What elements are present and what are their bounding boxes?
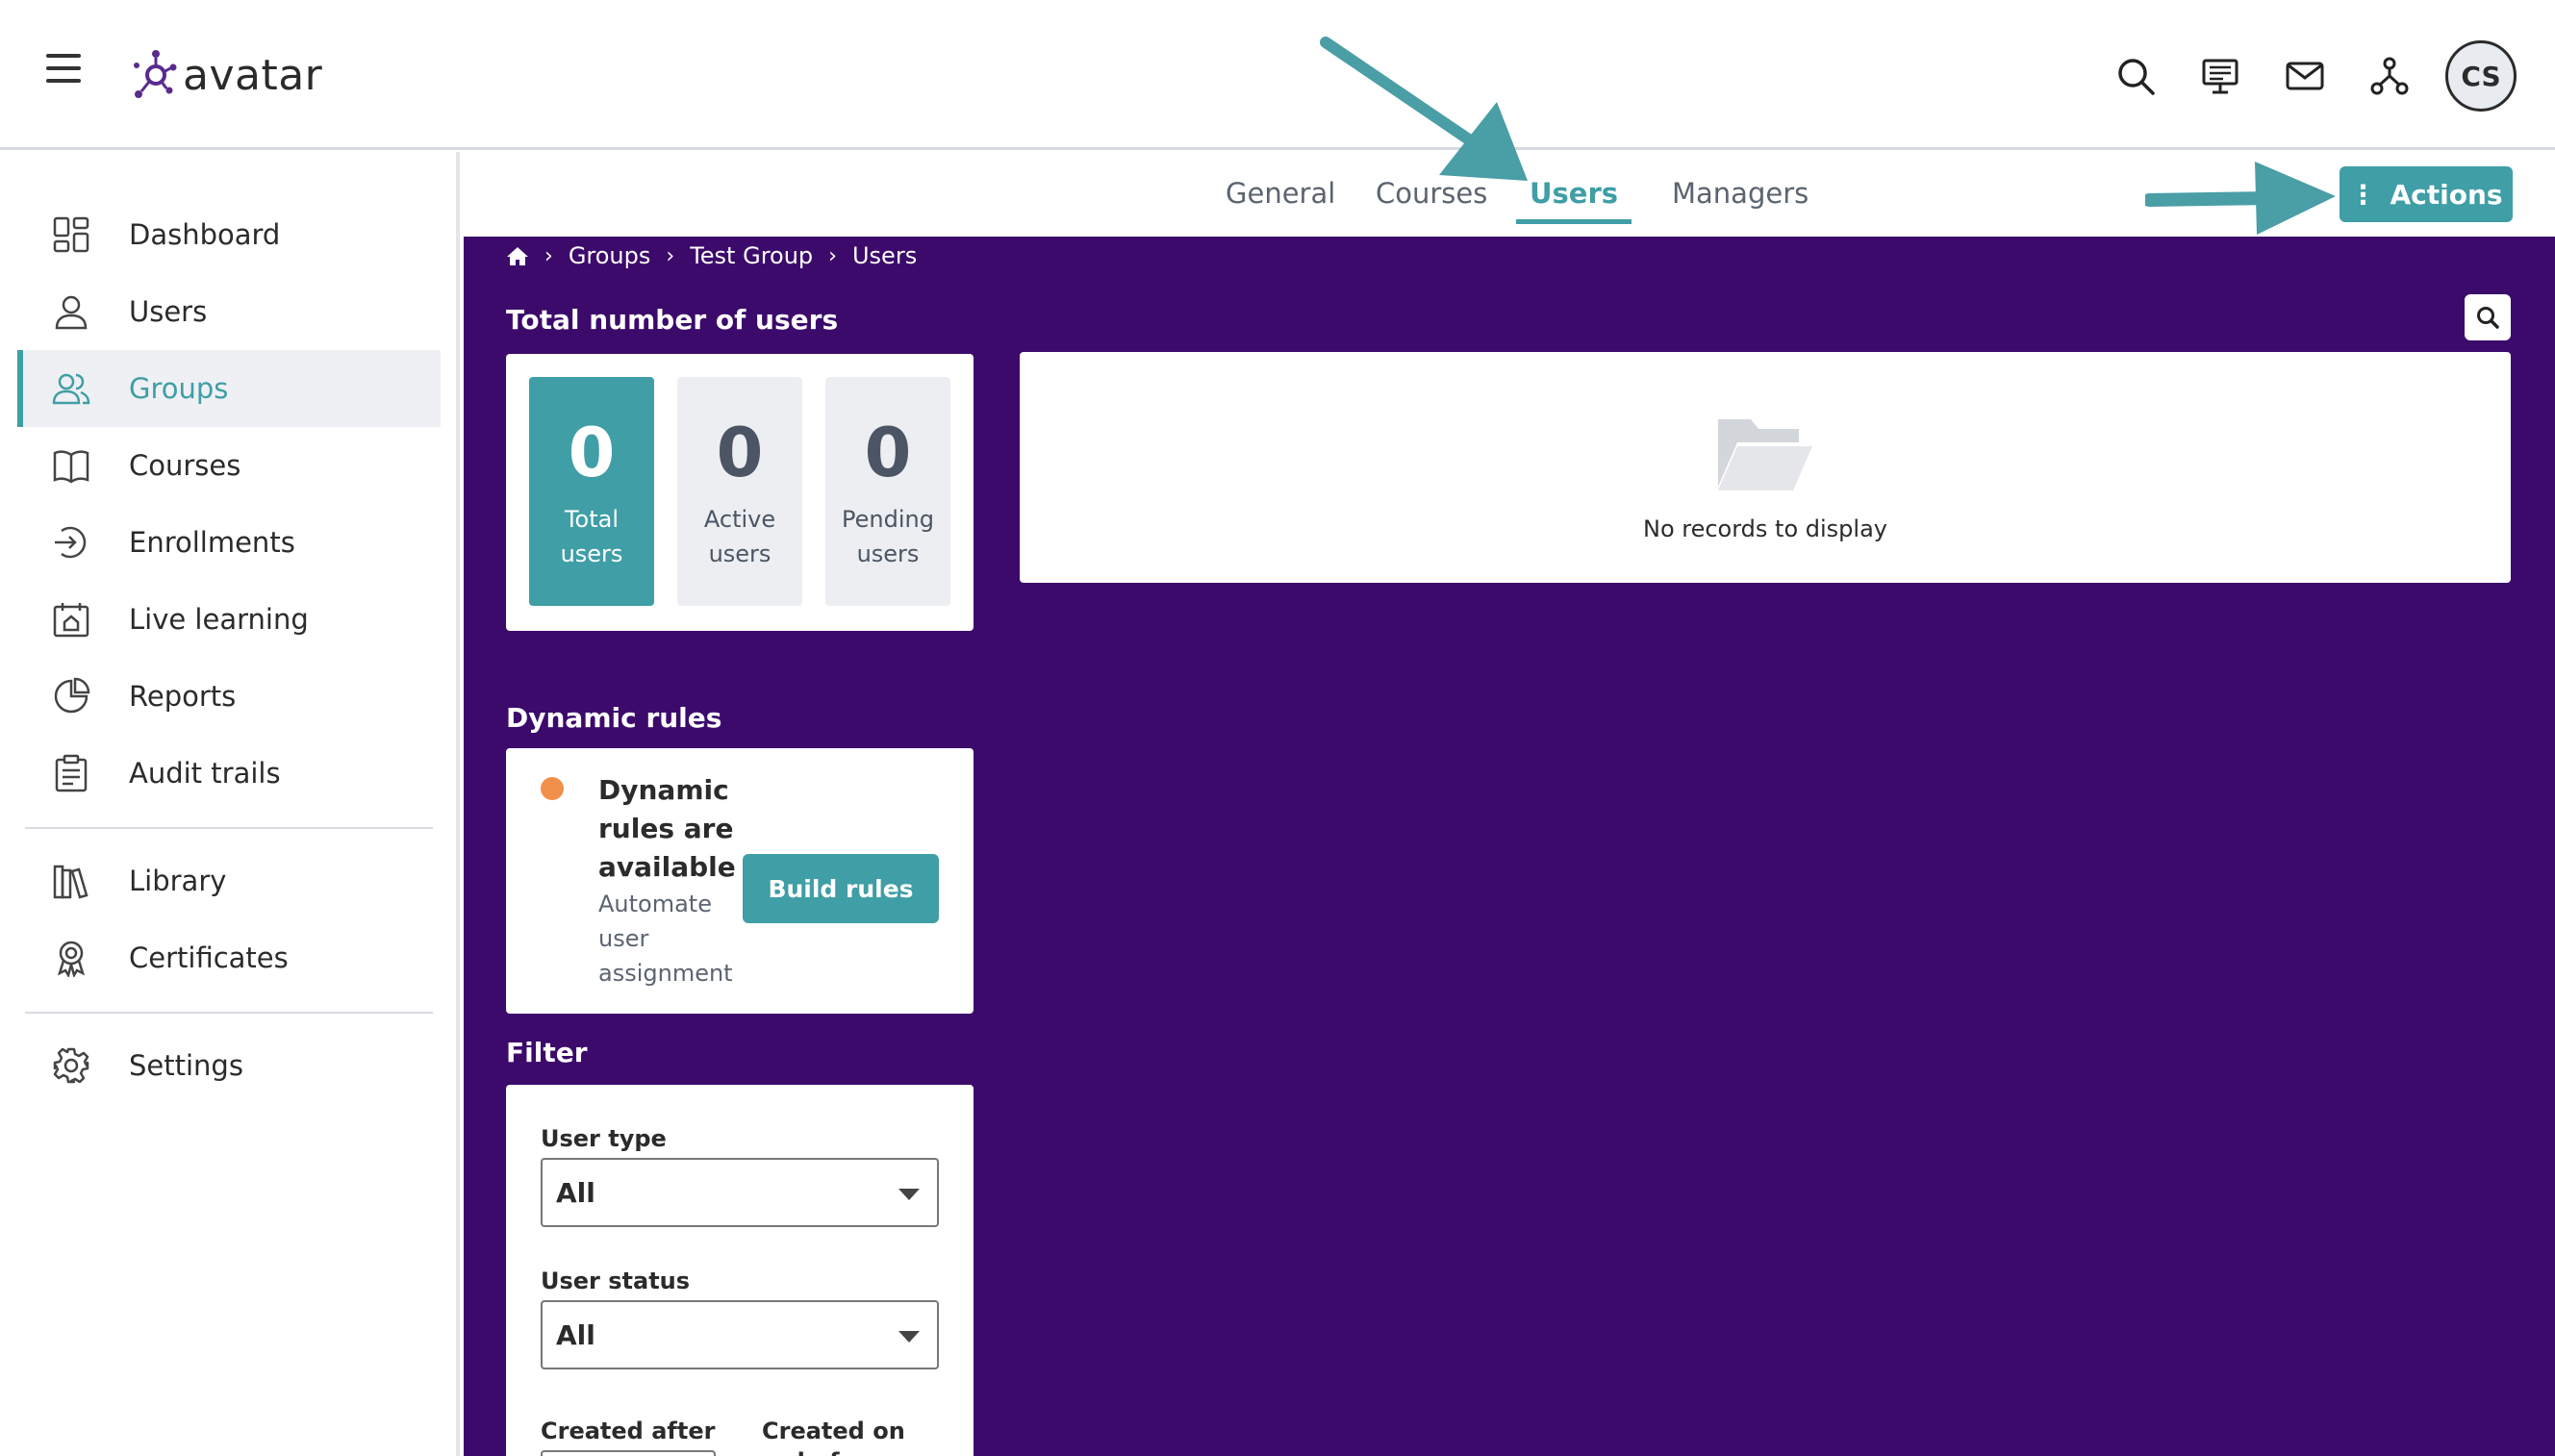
user-status-label: User status bbox=[541, 1268, 691, 1294]
sidebar: Dashboard Users Groups Courses Enrollmen… bbox=[0, 152, 460, 1456]
sidebar-item-label: Live learning bbox=[129, 603, 309, 636]
stat-value: 0 bbox=[568, 414, 616, 492]
actions-button[interactable]: ⋮ Actions bbox=[2340, 166, 2513, 222]
sidebar-item-reports[interactable]: Reports bbox=[17, 658, 441, 735]
created-after-input[interactable] bbox=[541, 1450, 716, 1456]
logo-text: avatar bbox=[183, 50, 323, 100]
tab-managers[interactable]: Managers bbox=[1658, 177, 1822, 219]
book-icon bbox=[53, 450, 89, 484]
calendar-icon bbox=[53, 603, 89, 638]
caret-down-icon bbox=[898, 1189, 920, 1200]
breadcrumb: › Groups › Test Group › Users bbox=[506, 242, 917, 269]
menu-icon[interactable] bbox=[46, 54, 81, 88]
group-icon bbox=[52, 373, 90, 405]
created-after-label: Created after bbox=[541, 1418, 716, 1444]
sidebar-item-label: Reports bbox=[129, 680, 237, 713]
created-before-label: Created on or before bbox=[762, 1418, 905, 1456]
pie-chart-icon bbox=[54, 677, 90, 714]
presentation-icon[interactable] bbox=[2178, 40, 2263, 112]
stat-value: 0 bbox=[864, 414, 912, 492]
sidebar-item-live-learning[interactable]: Live learning bbox=[17, 581, 441, 658]
logo[interactable]: avatar bbox=[131, 44, 322, 106]
user-type-value: All bbox=[556, 1177, 595, 1209]
avatar[interactable]: CS bbox=[2445, 40, 2517, 112]
stat-label: Active users bbox=[703, 506, 776, 567]
sidebar-divider bbox=[25, 827, 433, 829]
empty-state-text: No records to display bbox=[1642, 515, 1887, 542]
sidebar-item-library[interactable]: Library bbox=[17, 842, 441, 919]
filter-title: Filter bbox=[506, 1037, 588, 1068]
sidebar-item-groups[interactable]: Groups bbox=[17, 350, 441, 427]
sidebar-item-label: Certificates bbox=[129, 941, 289, 974]
records-panel: No records to display bbox=[1020, 352, 2511, 583]
certificate-icon bbox=[57, 941, 86, 977]
chevron-right-icon: › bbox=[828, 243, 837, 268]
sidebar-item-label: Enrollments bbox=[129, 526, 295, 559]
search-icon[interactable] bbox=[2093, 40, 2178, 112]
breadcrumb-test-group[interactable]: Test Group bbox=[690, 242, 813, 269]
sidebar-item-label: Dashboard bbox=[129, 218, 281, 251]
library-icon bbox=[53, 865, 89, 899]
stats-title: Total number of users bbox=[506, 304, 839, 336]
sidebar-item-enrollments[interactable]: Enrollments bbox=[17, 504, 441, 581]
home-icon[interactable] bbox=[506, 245, 529, 266]
stats-card: 0 Total users 0 Active users 0 Pending user… bbox=[506, 354, 974, 631]
folder-open-icon bbox=[1718, 419, 1812, 490]
sidebar-item-label: Courses bbox=[129, 449, 241, 482]
breadcrumb-groups[interactable]: Groups bbox=[569, 242, 651, 269]
caret-down-icon bbox=[898, 1331, 920, 1343]
sidebar-item-audit-trails[interactable]: Audit trails bbox=[17, 735, 441, 812]
dynamic-rules-card: Dynamic rules are available Automate user as… bbox=[506, 748, 974, 1014]
actions-button-label: Actions bbox=[2390, 178, 2503, 211]
user-type-select[interactable]: All bbox=[541, 1158, 939, 1227]
sidebar-item-certificates[interactable]: Certificates bbox=[17, 919, 441, 996]
dynamic-rules-title: Dynamic rules bbox=[506, 702, 722, 734]
tab-courses[interactable]: Courses bbox=[1362, 177, 1501, 219]
sidebar-item-settings[interactable]: Settings bbox=[17, 1027, 441, 1104]
sidebar-item-courses[interactable]: Courses bbox=[17, 427, 441, 504]
user-status-select[interactable]: All bbox=[541, 1300, 939, 1369]
build-rules-button[interactable]: Build rules bbox=[743, 854, 939, 923]
stat-value: 0 bbox=[716, 414, 764, 492]
more-vertical-icon: ⋮ bbox=[2349, 178, 2377, 211]
header-icons: CS bbox=[2093, 40, 2517, 112]
dynamic-rules-heading: Dynamic rules are available bbox=[598, 774, 736, 883]
main-content: › Groups › Test Group › Users Total numb… bbox=[464, 237, 2555, 1456]
mail-icon[interactable] bbox=[2263, 40, 2347, 112]
user-icon bbox=[55, 295, 88, 330]
stat-pending-users[interactable]: 0 Pending users bbox=[825, 377, 950, 606]
chevron-right-icon: › bbox=[666, 243, 675, 268]
enroll-icon bbox=[55, 526, 87, 559]
stat-label: Pending users bbox=[842, 506, 934, 567]
stat-label: Total users bbox=[560, 506, 623, 567]
sidebar-item-dashboard[interactable]: Dashboard bbox=[17, 196, 441, 273]
logo-icon bbox=[134, 50, 177, 98]
sidebar-item-label: Users bbox=[129, 295, 208, 328]
network-icon[interactable] bbox=[2347, 40, 2432, 112]
breadcrumb-users: Users bbox=[851, 242, 918, 269]
status-dot-icon bbox=[541, 777, 564, 800]
stat-total-users[interactable]: 0 Total users bbox=[529, 377, 654, 606]
user-status-value: All bbox=[556, 1319, 595, 1351]
sidebar-divider bbox=[25, 1012, 433, 1014]
dashboard-icon bbox=[53, 216, 89, 253]
sidebar-item-label: Library bbox=[129, 865, 227, 897]
tab-general[interactable]: General bbox=[1212, 177, 1349, 219]
sidebar-item-label: Audit trails bbox=[129, 757, 281, 790]
gear-icon bbox=[53, 1047, 89, 1084]
sidebar-item-label: Settings bbox=[129, 1049, 243, 1082]
chevron-right-icon: › bbox=[544, 243, 553, 268]
search-icon bbox=[2477, 307, 2499, 329]
user-type-label: User type bbox=[541, 1125, 667, 1152]
tabs-bar: General Courses Users Managers bbox=[464, 152, 2555, 237]
top-header: avatar CS bbox=[0, 0, 2555, 150]
stat-active-users[interactable]: 0 Active users bbox=[677, 377, 802, 606]
dynamic-rules-subtext: Automate user assignment bbox=[598, 891, 733, 987]
tab-users[interactable]: Users bbox=[1516, 177, 1632, 224]
sidebar-item-label: Groups bbox=[129, 372, 229, 405]
search-button[interactable] bbox=[2465, 294, 2511, 340]
clipboard-icon bbox=[55, 754, 88, 792]
sidebar-item-users[interactable]: Users bbox=[17, 273, 441, 350]
filter-card: User type All User status All Created af… bbox=[506, 1085, 974, 1456]
